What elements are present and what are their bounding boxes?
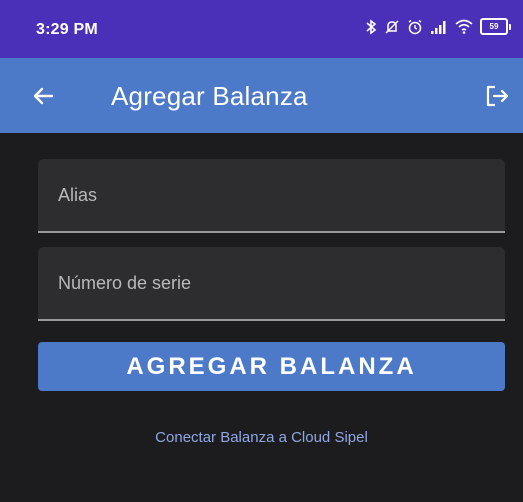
logout-button[interactable] xyxy=(483,82,511,110)
signal-icon xyxy=(430,20,448,34)
alias-input[interactable] xyxy=(38,159,505,231)
arrow-left-icon xyxy=(33,87,54,105)
alarm-icon xyxy=(407,19,423,35)
logout-icon xyxy=(486,85,509,107)
serial-number-field[interactable] xyxy=(38,247,505,321)
status-icons: 59 xyxy=(365,18,511,35)
connect-cloud-link[interactable]: Conectar Balanza a Cloud Sipel xyxy=(0,429,523,446)
battery-level: 59 xyxy=(480,18,508,35)
app-bar: Agregar Balanza xyxy=(0,58,523,133)
bluetooth-icon xyxy=(365,18,377,35)
add-scale-button[interactable]: AGREGAR BALANZA xyxy=(38,342,505,391)
page-title: Agregar Balanza xyxy=(111,81,308,111)
status-bar: 3:29 PM 59 xyxy=(0,0,523,58)
back-button[interactable] xyxy=(30,82,58,110)
mute-icon xyxy=(384,19,400,35)
wifi-icon xyxy=(455,19,473,34)
battery-icon: 59 xyxy=(480,18,511,35)
serial-number-input[interactable] xyxy=(38,247,505,319)
alias-field[interactable] xyxy=(38,159,505,233)
status-time: 3:29 PM xyxy=(36,21,98,38)
